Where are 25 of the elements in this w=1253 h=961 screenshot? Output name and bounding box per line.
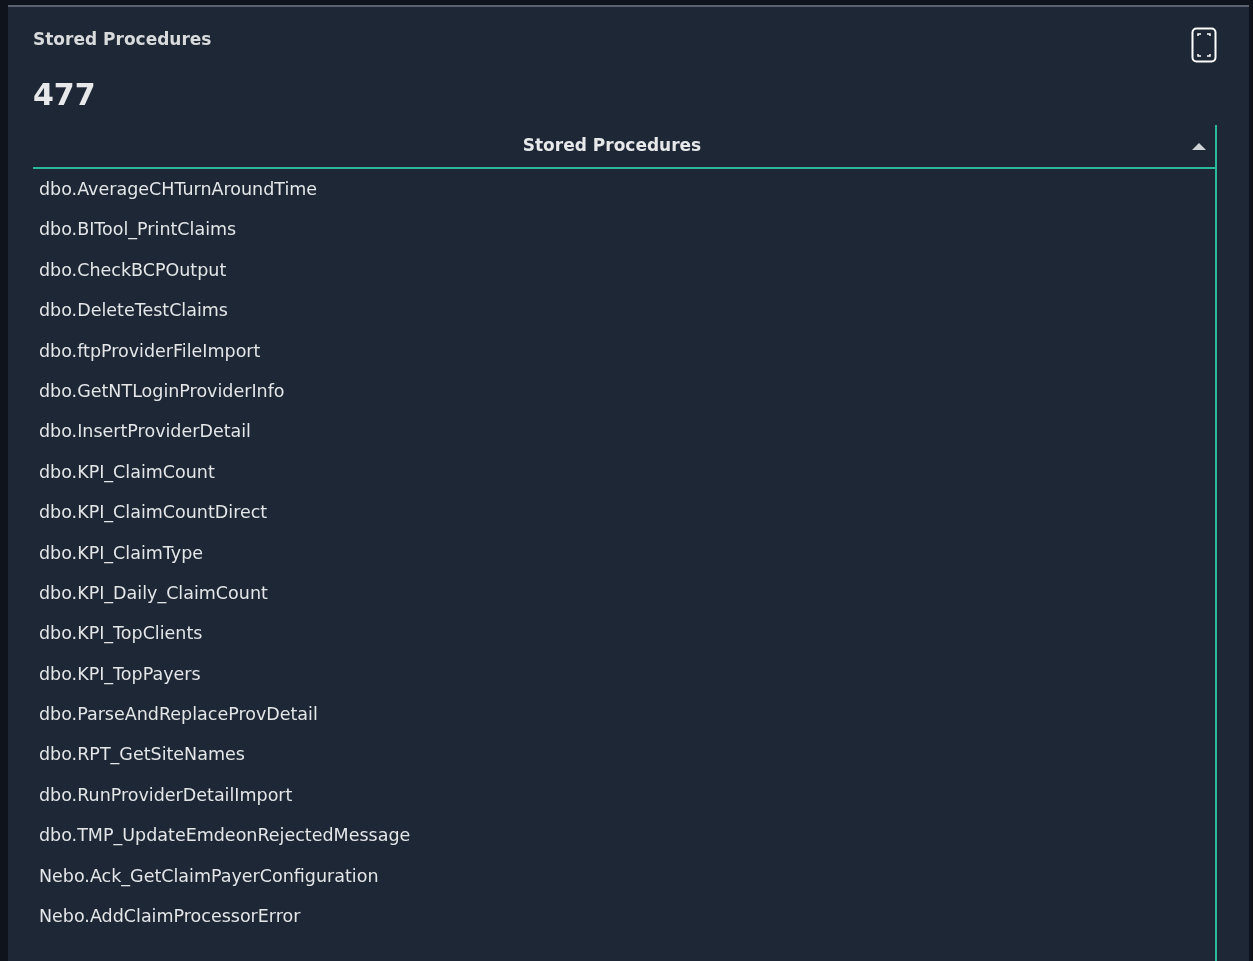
procedure-name[interactable]: dbo.ParseAndReplaceProvDetail <box>33 694 1215 735</box>
procedure-name[interactable]: dbo.KPI_ClaimType <box>33 532 1215 573</box>
procedure-name[interactable]: dbo.RPT_GetSiteNames <box>33 734 1215 775</box>
procedure-name[interactable]: dbo.KPI_TopClients <box>33 613 1215 654</box>
procedure-name[interactable]: dbo.InsertProviderDetail <box>33 411 1215 452</box>
procedure-count: 477 <box>33 77 97 113</box>
sort-arrow-icon[interactable] <box>1191 141 1207 151</box>
procedure-name[interactable]: dbo.ftpProviderFileImport <box>33 330 1215 371</box>
procedure-name[interactable]: dbo.CheckBCPOutput <box>33 249 1215 291</box>
procedure-name[interactable]: dbo.KPI_Daily_ClaimCount <box>33 572 1215 614</box>
procedure-name[interactable]: dbo.KPI_TopPayers <box>33 653 1215 695</box>
procedure-name[interactable]: dbo.RunProviderDetailImport <box>33 774 1215 816</box>
procedure-name[interactable]: Nebo.Ack_GetClaimPayerConfiguration <box>33 855 1215 897</box>
procedure-name[interactable]: dbo.AverageCHTurnAroundTime <box>33 169 1215 210</box>
procedure-name[interactable]: Nebo.AddClaimProcessorError <box>33 896 1215 937</box>
column-header-label: Stored Procedures <box>521 134 703 158</box>
fullscreen-icon[interactable] <box>1191 27 1217 63</box>
procedure-name[interactable]: dbo.KPI_ClaimCountDirect <box>33 492 1215 533</box>
procedure-name[interactable]: dbo.KPI_ClaimCount <box>33 451 1215 493</box>
panel-title: Stored Procedures <box>33 28 212 51</box>
column-header[interactable]: Stored Procedures <box>33 125 1215 169</box>
procedure-name[interactable]: dbo.BITool_PrintClaims <box>33 209 1215 250</box>
procedure-name[interactable]: dbo.TMP_UpdateEmdeonRejectedMessage <box>33 815 1215 856</box>
procedure-name[interactable]: dbo.GetNTLoginProviderInfo <box>33 370 1215 412</box>
procedure-name[interactable]: dbo.DeleteTestClaims <box>33 290 1215 331</box>
